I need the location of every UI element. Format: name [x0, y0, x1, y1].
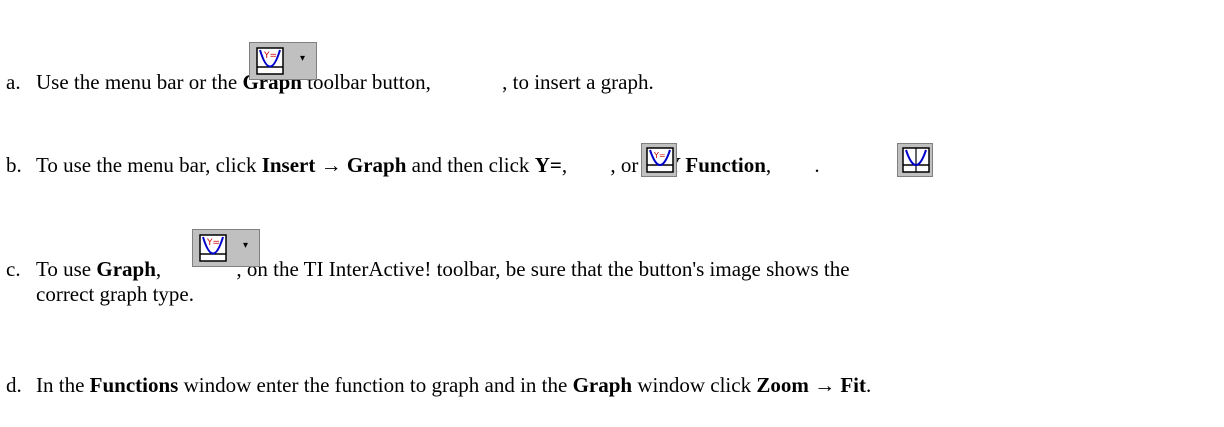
- bold-term: Insert: [261, 153, 316, 177]
- svg-text:Y=: Y=: [206, 238, 220, 248]
- dropdown-caret-icon[interactable]: ▾: [243, 240, 248, 251]
- dropdown-caret-icon[interactable]: ▾: [300, 53, 305, 64]
- xy-function-graph-icon: [897, 143, 933, 177]
- list-item-b: b. To use the menu bar, click Insert → Gr…: [6, 153, 820, 178]
- graph-toolbar-button-2[interactable]: Y= ▾: [192, 229, 260, 267]
- item-text: ,: [765, 153, 777, 177]
- item-text: toolbar button,: [301, 70, 437, 94]
- item-text: ,: [155, 257, 167, 281]
- bold-term: Graph: [96, 257, 156, 281]
- list-item-a: a. Use the menu bar or the Graph toolbar …: [6, 70, 654, 95]
- bold-term: Graph: [346, 153, 407, 177]
- list-marker: d.: [6, 373, 22, 397]
- item-text: , on the TI InterActive! toolbar, be sur…: [236, 257, 850, 281]
- svg-text:Y=: Y=: [263, 51, 277, 61]
- list-marker: a.: [6, 70, 21, 94]
- item-text: In the: [36, 373, 90, 397]
- item-text: To use: [36, 257, 97, 281]
- list-item-d: d. In the Functions window enter the func…: [6, 373, 871, 398]
- list-item-c: c. To use Graph, , on the TI InterActive!…: [6, 257, 850, 282]
- item-text: ,: [561, 153, 573, 177]
- item-text: To use the menu bar, click: [36, 153, 262, 177]
- bold-term: Zoom: [756, 373, 809, 397]
- arrow: →: [320, 153, 342, 177]
- item-text: Use the menu bar or the: [36, 70, 243, 94]
- list-marker: b.: [6, 153, 22, 177]
- item-text: .: [814, 153, 820, 177]
- arrow: →: [814, 373, 836, 397]
- graph-toolbar-icon: Y= ▾: [192, 229, 260, 267]
- item-text: , or: [610, 153, 644, 177]
- item-text: and then click: [406, 153, 535, 177]
- graph-toolbar-icon: Y= ▾: [249, 42, 317, 80]
- item-text: .: [865, 373, 872, 397]
- list-item-c-continuation: correct graph type.: [36, 282, 194, 307]
- bold-term: Fit: [840, 373, 866, 397]
- bold-term: Y=: [534, 153, 562, 177]
- item-text: correct graph type.: [36, 282, 195, 306]
- bold-term: Graph: [572, 373, 633, 397]
- item-text: window click: [632, 373, 757, 397]
- graph-toolbar-button[interactable]: Y= ▾: [249, 42, 317, 80]
- item-text: window enter the function to graph and i…: [178, 373, 573, 397]
- list-marker: c.: [6, 257, 21, 281]
- item-text: , to insert a graph.: [502, 70, 654, 94]
- svg-text:Y=: Y=: [653, 151, 666, 160]
- y-equals-button[interactable]: Y=: [641, 143, 677, 177]
- bold-term: Functions: [89, 373, 179, 397]
- xy-function-button[interactable]: [897, 143, 933, 177]
- y-equals-graph-icon: Y=: [641, 143, 677, 177]
